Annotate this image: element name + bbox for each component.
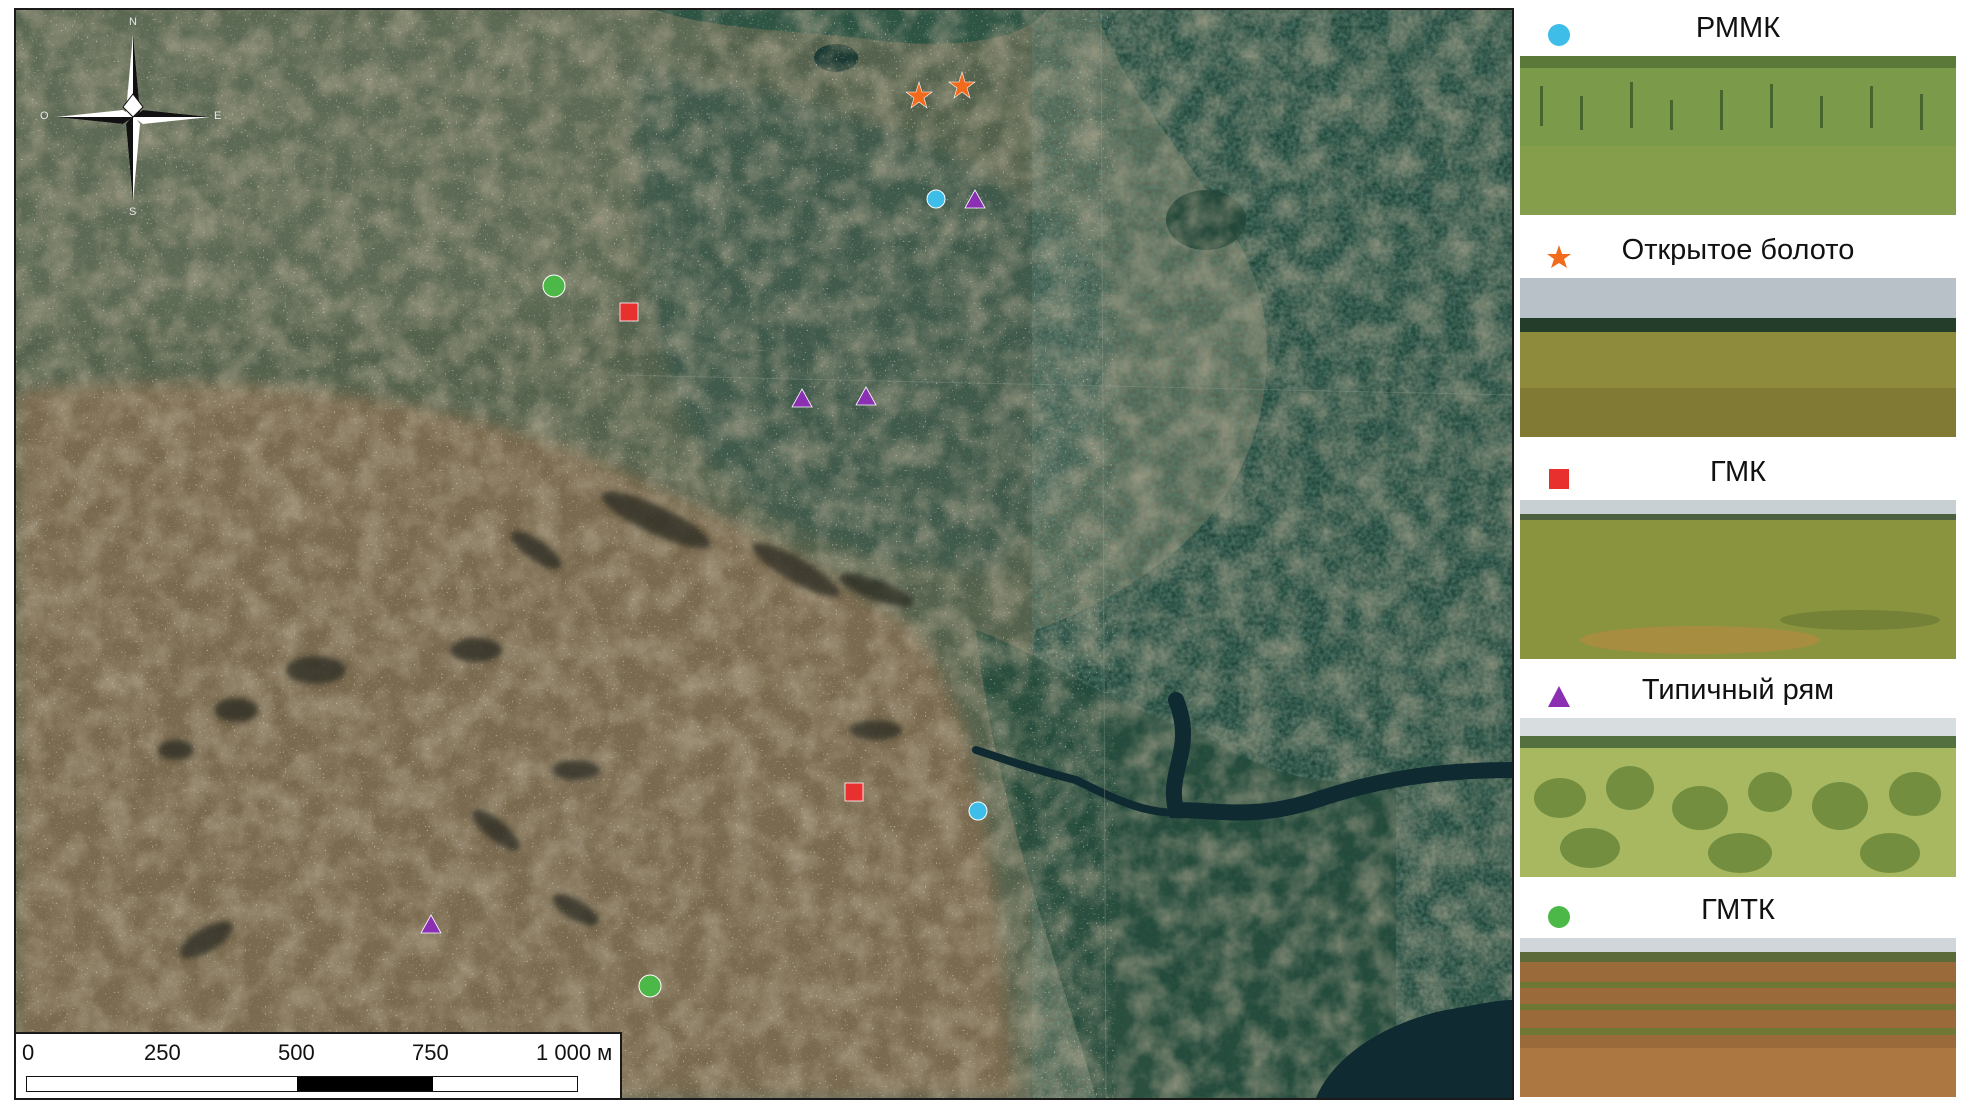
legend-panel-gmk: ГМК — [1520, 452, 1956, 659]
satellite-map — [16, 10, 1512, 1098]
legend-panel-gmtk: ГМТК — [1520, 890, 1956, 1097]
gmtk-marker — [542, 274, 566, 298]
legend-label: Типичный рям — [1641, 674, 1835, 706]
photo-ryam — [1520, 718, 1956, 877]
scale-label-1000: 1 000 м — [536, 1040, 613, 1065]
gmk-marker — [844, 782, 864, 802]
compass-rose-icon — [56, 34, 210, 202]
scale-label-750: 750 — [412, 1040, 449, 1065]
compass-north-label: N — [129, 16, 137, 28]
legend-label: ГМК — [1709, 456, 1767, 488]
scale-bar-segments — [26, 1076, 578, 1092]
scale-label-500: 500 — [278, 1040, 315, 1065]
rmmk-marker — [968, 801, 988, 821]
scale-label-0: 0 — [22, 1040, 35, 1065]
gmtk-marker — [638, 974, 662, 998]
photo-open-bog — [1520, 278, 1956, 437]
photo-rmmk — [1520, 56, 1956, 215]
compass-west-label: O — [40, 110, 49, 122]
rmmk-marker — [926, 189, 946, 209]
legend-label: Открытое болото — [1621, 234, 1855, 266]
scale-segment — [27, 1077, 297, 1091]
legend-label: ГМТК — [1701, 894, 1775, 926]
compass-rose: N S E O — [38, 12, 228, 222]
scale-bar: 0 250 500 750 1 000 м — [16, 1032, 622, 1098]
scale-segment — [297, 1077, 433, 1091]
photo-gmk — [1520, 500, 1956, 659]
scale-label-250: 250 — [144, 1040, 181, 1065]
compass-south-label: S — [129, 206, 137, 218]
compass-east-label: E — [214, 110, 222, 122]
legend-label: РММК — [1695, 12, 1781, 44]
legend-panel-rmmk: РММК — [1520, 8, 1956, 215]
legend-panel-open-bog: Открытое болото — [1520, 230, 1956, 437]
map-frame: N S E O 0 250 500 750 1 000 м — [14, 8, 1514, 1100]
photo-gmtk — [1520, 938, 1956, 1097]
legend-panel-ryam: Типичный рям — [1520, 670, 1956, 877]
scale-segment — [433, 1077, 577, 1091]
gmk-marker — [619, 302, 639, 322]
